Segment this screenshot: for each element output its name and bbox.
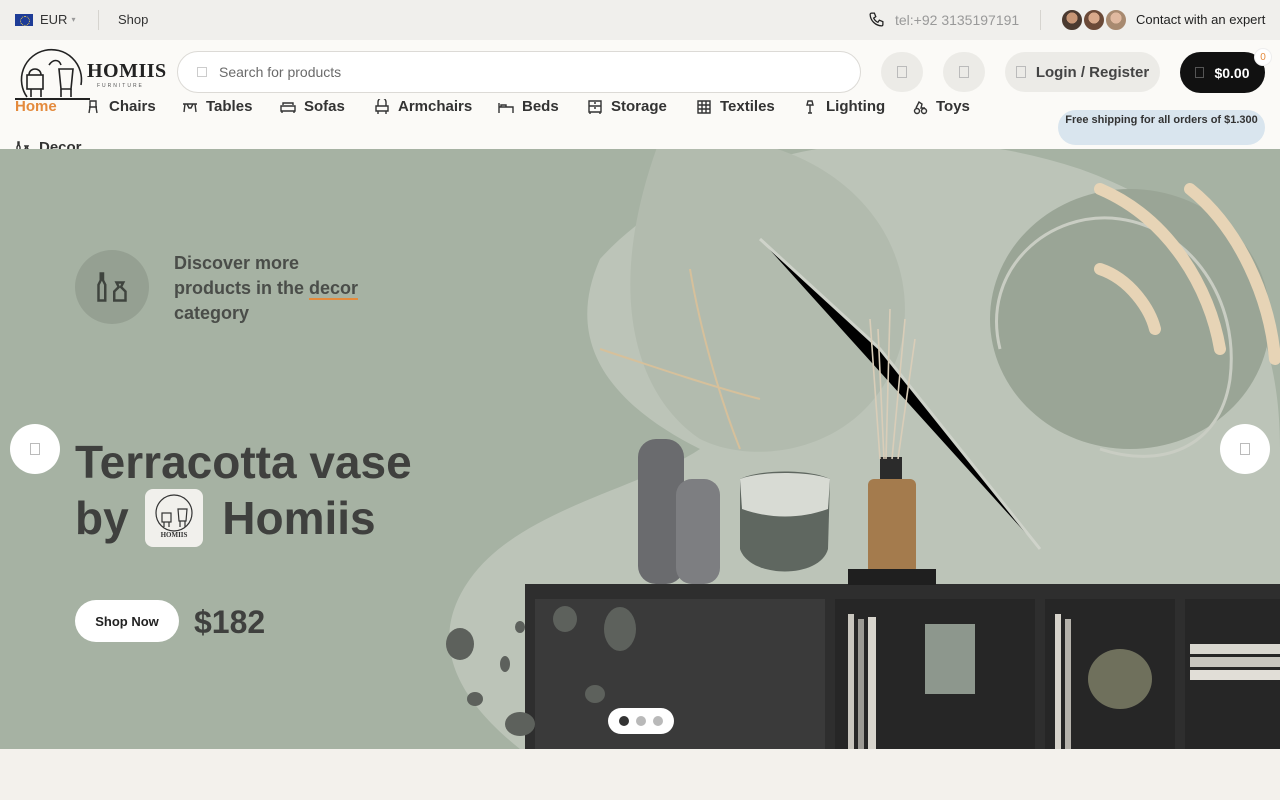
chair-icon (88, 99, 98, 113)
nav-item-lighting[interactable]: Lighting (802, 98, 885, 115)
logo-mark-icon (20, 48, 83, 98)
hero-slider: Discover more products in the decor cate… (0, 149, 1280, 749)
product-price: $182 (194, 604, 266, 640)
cart-count-badge: 0 (1254, 48, 1272, 66)
nav-item-storage[interactable]: Storage (587, 98, 667, 115)
next-slide-button[interactable] (1220, 424, 1270, 474)
cart-icon (1195, 67, 1205, 78)
expert-avatars (1060, 8, 1128, 32)
divider (1040, 10, 1041, 30)
hero-title-by: by (75, 492, 129, 544)
svg-text:HOMIIS: HOMIIS (161, 531, 188, 539)
hero-title-line-1: Terracotta vase (75, 436, 412, 488)
brand-logo-icon: HOMIIS (145, 488, 204, 547)
textiles-icon (697, 99, 711, 114)
toy-icon (913, 100, 928, 114)
free-shipping-badge: Free shipping for all orders of $1.300 (1058, 110, 1265, 145)
slide-dot-3[interactable] (653, 716, 663, 726)
category-line-2: products in the (174, 278, 304, 298)
cart-total: $0.00 (1214, 64, 1250, 81)
logo-name: HOMIIS (87, 60, 167, 82)
chevron-right-icon (1240, 443, 1250, 455)
nav-item-label: Storage (611, 98, 667, 115)
compare-icon (897, 66, 907, 78)
compare-button[interactable] (881, 52, 923, 92)
bed-icon (498, 102, 514, 113)
nav-item-chairs[interactable]: Chairs (85, 98, 156, 115)
nav-item-toys[interactable]: Toys (912, 98, 970, 115)
category-line-1: Discover more (174, 253, 300, 273)
contact-expert-link[interactable]: Contact with an expert (1136, 12, 1265, 27)
nav-item-label: Sofas (304, 98, 345, 115)
avatar (1082, 8, 1106, 32)
nav-item-home[interactable]: Home (15, 98, 57, 115)
nav-item-armchairs[interactable]: Armchairs (374, 98, 472, 115)
category-line-3: category (174, 303, 250, 323)
hero-title-brand: Homiis (222, 492, 376, 544)
nav-item-label: Toys (936, 98, 970, 115)
table-icon (183, 102, 197, 112)
logo-subtitle: FURNITURE (97, 83, 144, 89)
sofa-icon (280, 101, 296, 113)
nav-item-label: Armchairs (398, 98, 473, 115)
shop-link[interactable]: Shop (118, 12, 148, 27)
decor-icon (97, 272, 127, 302)
nav-item-label: Beds (522, 98, 559, 115)
storage-icon (588, 99, 602, 114)
nav-item-beds[interactable]: Beds (498, 98, 559, 115)
header: HOMIIS FURNITURE Login / Register $0.00 … (0, 40, 1280, 156)
nav-item-sofas[interactable]: Sofas (280, 98, 345, 115)
nav-item-label: Chairs (109, 98, 156, 115)
phone-icon (869, 12, 884, 27)
slide-dot-1[interactable] (619, 716, 629, 726)
nav-item-label: Textiles (720, 98, 775, 115)
user-icon (1015, 66, 1026, 78)
nav-item-textiles[interactable]: Textiles (696, 98, 775, 115)
avatar (1060, 8, 1084, 32)
phone-number: tel:+92 3135197191 (895, 11, 1020, 28)
category-promo-text: Discover more products in the decor cate… (174, 251, 374, 326)
eu-flag-icon (15, 13, 33, 26)
lamp-icon (806, 99, 814, 114)
page-section-below (0, 749, 1280, 800)
divider (98, 10, 99, 30)
slider-pagination (608, 708, 674, 734)
search-bar[interactable] (177, 51, 861, 93)
nav-item-label: Tables (206, 98, 253, 115)
avatar (1104, 8, 1128, 32)
cart-button[interactable]: $0.00 (1180, 52, 1265, 93)
decor-category-link[interactable]: decor (309, 278, 359, 300)
nav-item-label: Home (15, 98, 57, 115)
phone-link[interactable]: tel:+92 3135197191 (868, 11, 1019, 28)
login-label: Login / Register (1035, 63, 1150, 81)
heart-icon (959, 66, 969, 78)
wishlist-button[interactable] (943, 52, 985, 92)
nav-item-label: Lighting (826, 98, 886, 115)
slide-dot-2[interactable] (636, 716, 646, 726)
top-bar: EUR ▾ Shop tel:+92 3135197191 Contact wi… (0, 0, 1280, 40)
chevron-left-icon (30, 443, 40, 455)
search-icon (197, 67, 207, 77)
search-input[interactable] (219, 64, 819, 80)
decor-category-icon-circle[interactable] (75, 250, 149, 324)
nav-item-tables[interactable]: Tables (182, 98, 252, 115)
login-register-button[interactable]: Login / Register (1005, 52, 1160, 92)
shop-now-button[interactable]: Shop Now (75, 600, 179, 642)
currency-selector[interactable]: EUR ▾ (15, 12, 75, 27)
logo[interactable]: HOMIIS FURNITURE (15, 43, 166, 100)
prev-slide-button[interactable] (10, 424, 60, 474)
chevron-down-icon: ▾ (71, 15, 76, 24)
currency-label: EUR (40, 12, 68, 27)
hero-title: Terracotta vase by HOMIIS Homiis (75, 434, 412, 551)
armchair-icon (375, 98, 389, 114)
